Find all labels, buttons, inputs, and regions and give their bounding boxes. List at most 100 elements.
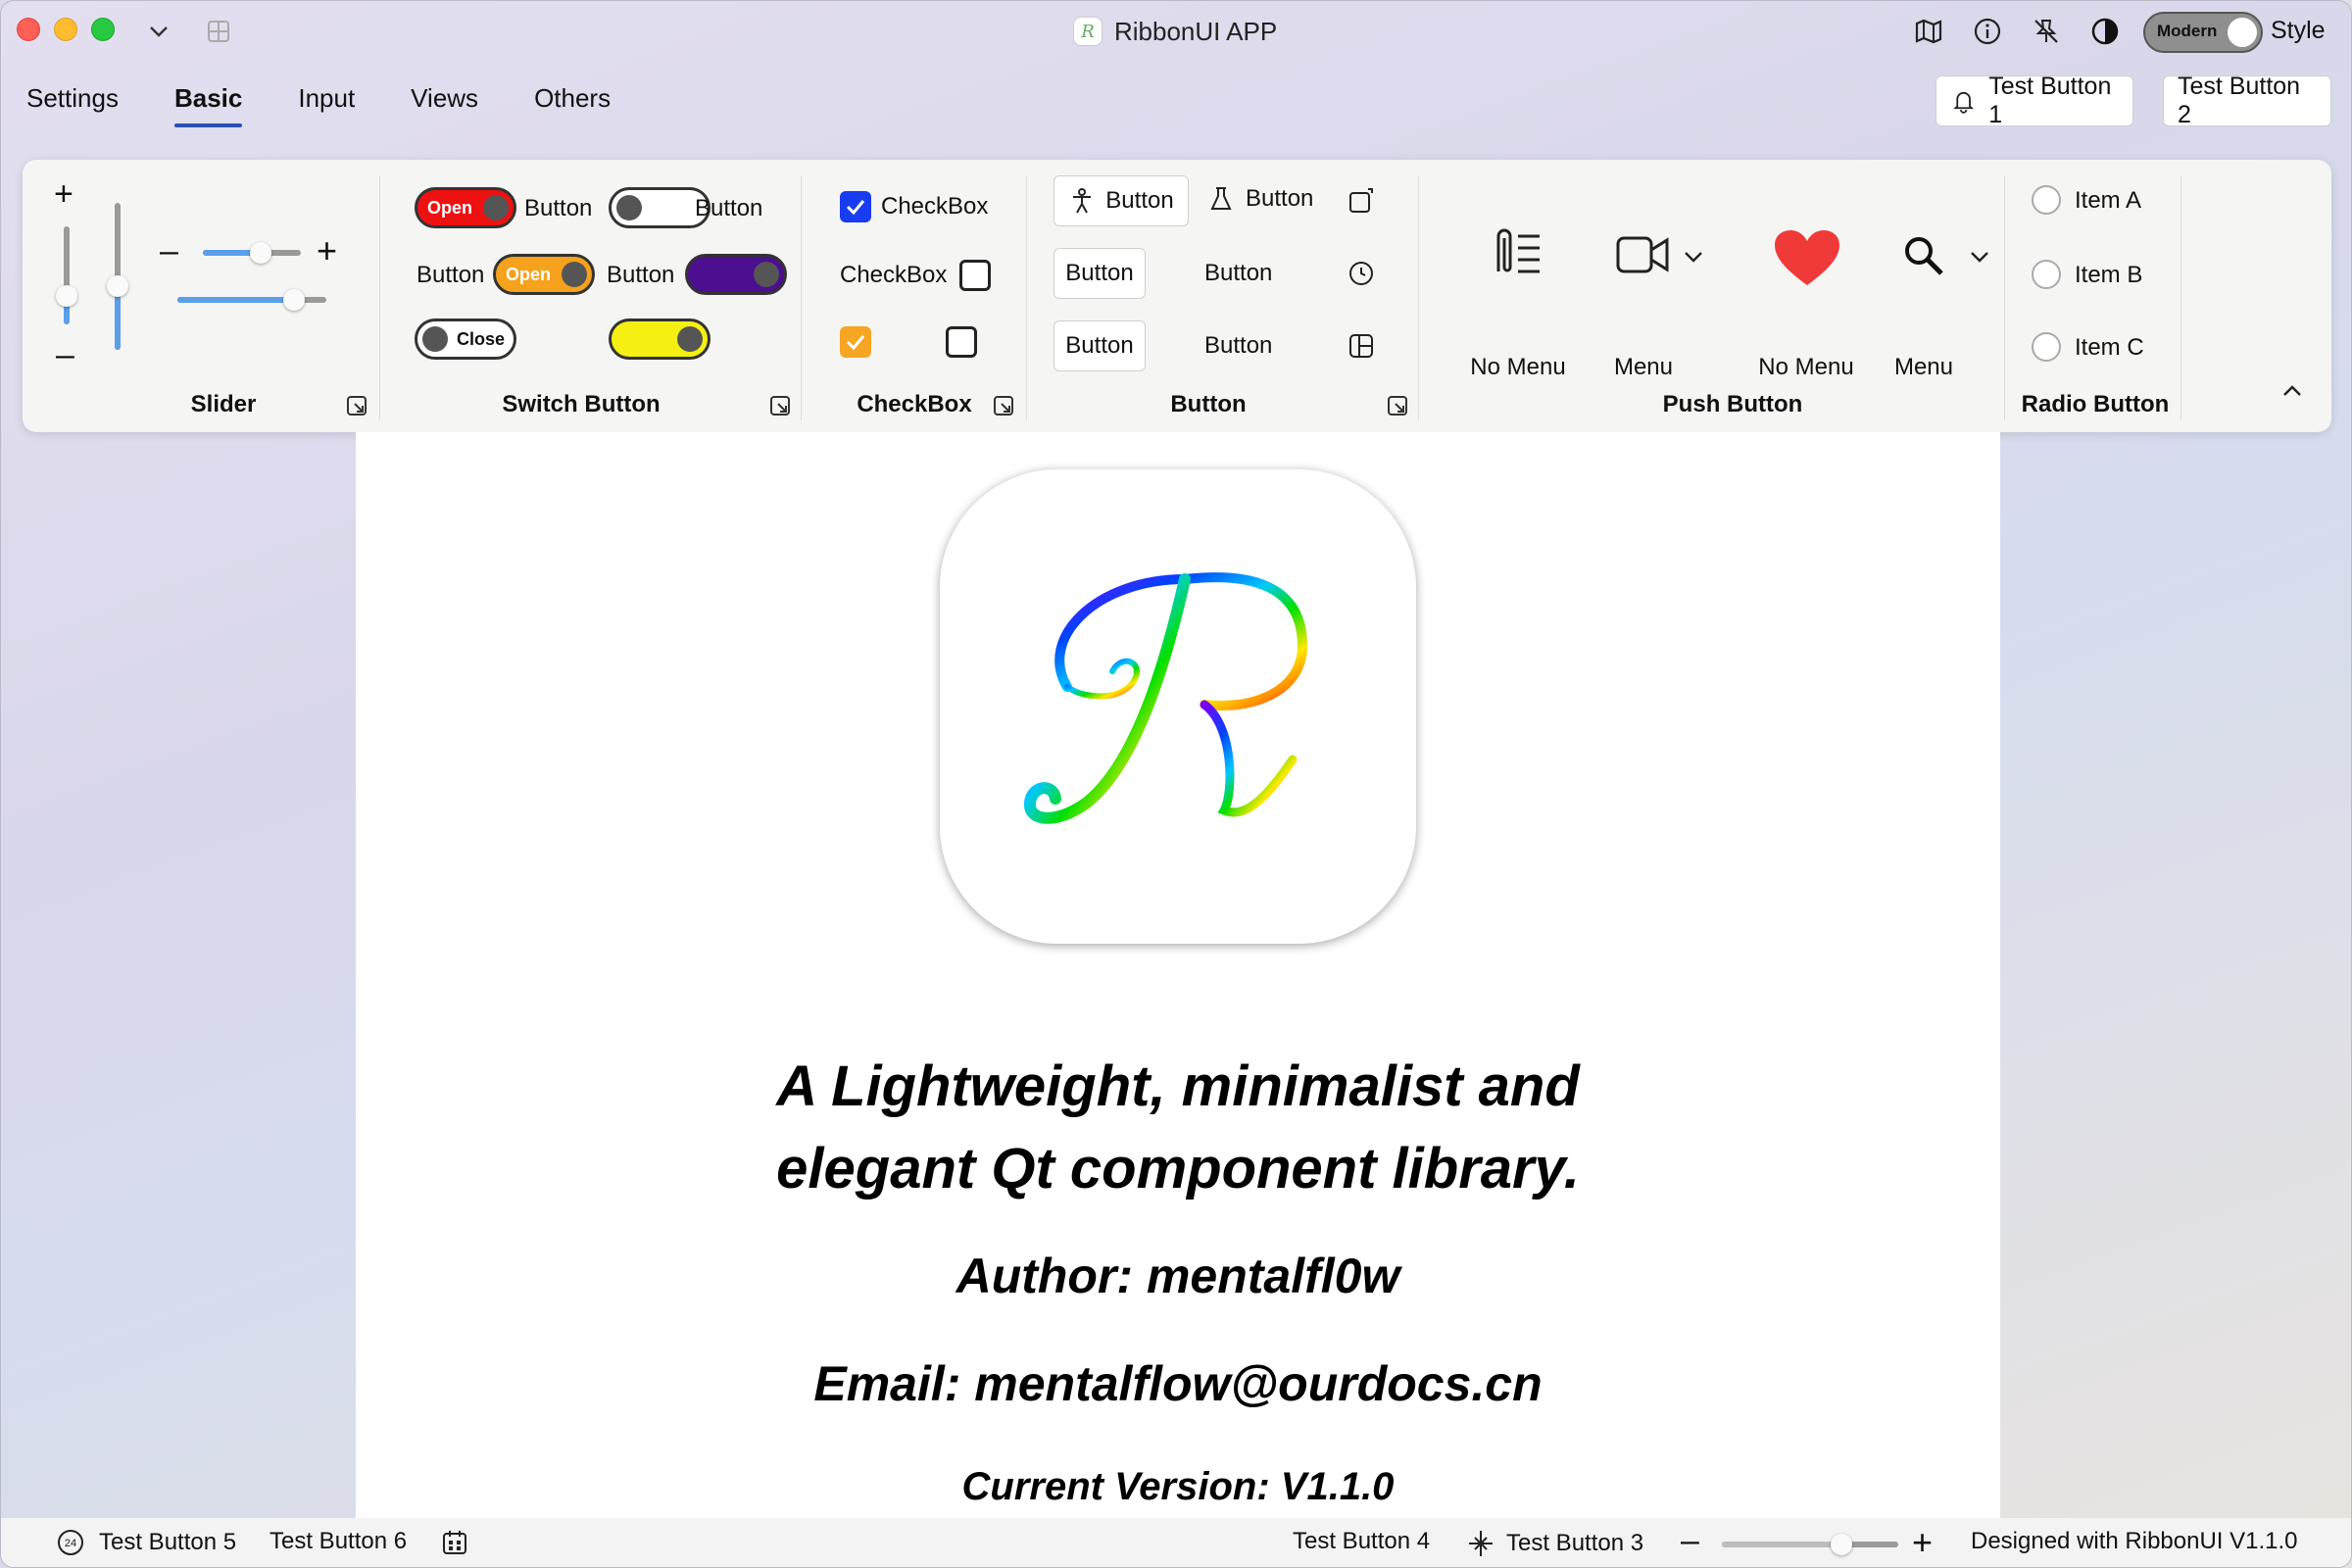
contrast-icon[interactable] — [2088, 15, 2122, 48]
checkbox-blue-checked[interactable] — [840, 191, 871, 222]
push-button-no-menu-2[interactable]: No Menu — [1747, 224, 1865, 380]
clock-icon[interactable] — [1348, 260, 1375, 287]
checkbox-unchecked-1[interactable] — [959, 260, 991, 291]
slider-minus-icon[interactable]: – — [56, 336, 74, 374]
heart-icon — [1775, 230, 1839, 285]
switch-open-red-text: Open — [427, 198, 473, 218]
switch-off-white-label: Button — [695, 195, 763, 221]
table-layout-icon[interactable] — [1348, 332, 1375, 360]
layout-icon[interactable] — [202, 15, 235, 48]
slider-dialog-launcher-icon[interactable] — [346, 395, 368, 416]
horizontal-slider-1-handle[interactable] — [250, 242, 271, 264]
checkbox-group-title: CheckBox — [857, 391, 972, 417]
calendar-grid-icon[interactable] — [440, 1528, 469, 1557]
push-group-title: Push Button — [1662, 391, 1803, 417]
switch-on-yellow[interactable] — [609, 318, 710, 360]
button-shadow-4[interactable]: Button — [1204, 260, 1272, 287]
button-6-label: Button — [1204, 332, 1273, 359]
radio-item-a[interactable] — [2032, 185, 2061, 215]
push-button-3-label: No Menu — [1758, 354, 1854, 380]
switch-on-purple[interactable] — [685, 254, 787, 295]
style-toggle-switch[interactable]: Modern — [2143, 12, 2263, 53]
style-toggle-label: Modern — [2157, 22, 2218, 40]
chevron-down-icon[interactable] — [142, 15, 175, 48]
slider-group-title: Slider — [190, 391, 257, 417]
switch-open-red[interactable]: Open — [415, 187, 516, 228]
title-bar: R RibbonUI APP Modern Style — [1, 1, 2351, 62]
test-button-1-label: Test Button 1 — [1988, 73, 2112, 128]
switch-open-red-label: Button — [524, 195, 593, 221]
tab-settings[interactable]: Settings — [26, 83, 119, 114]
window-title: R RibbonUI APP — [1073, 15, 1277, 48]
test-button-4-label: Test Button 4 — [1293, 1528, 1431, 1554]
search-icon — [1905, 237, 1943, 275]
horizontal-slider-2-handle[interactable] — [283, 289, 305, 311]
button-bordered-3[interactable]: Button — [1054, 248, 1146, 299]
push-button-menu-2[interactable]: Menu — [1885, 224, 2002, 380]
horizontal-slider-2-fill — [177, 297, 293, 303]
switch-orange-prefix-label: Button — [416, 262, 485, 288]
hslider-minus-icon[interactable]: – — [160, 232, 178, 270]
switch-dialog-launcher-icon[interactable] — [769, 395, 791, 416]
checkbox-orange-checked[interactable] — [840, 326, 871, 358]
tab-input[interactable]: Input — [298, 83, 355, 114]
switch-knob — [616, 195, 642, 220]
checkbox-blue-label: CheckBox — [881, 193, 989, 220]
maximize-window-button[interactable] — [91, 18, 115, 41]
button-dialog-launcher-icon[interactable] — [1387, 395, 1408, 416]
pin-off-icon[interactable] — [2030, 15, 2063, 48]
switch-knob — [754, 262, 779, 287]
minimize-window-button[interactable] — [54, 18, 77, 41]
map-icon[interactable] — [1912, 15, 1945, 48]
test-button-2[interactable]: Test Button 2 — [2163, 73, 2331, 128]
video-camera-icon — [1616, 236, 1669, 273]
button-bordered-5[interactable]: Button — [1054, 320, 1146, 371]
switch-open-orange[interactable]: Open — [493, 254, 595, 295]
zoom-slider-handle[interactable] — [1831, 1534, 1853, 1555]
zoom-in-button[interactable]: + — [1912, 1522, 1933, 1563]
checkbox-unchecked-2[interactable] — [946, 326, 977, 358]
version-text: Current Version: V1.1.0 — [961, 1465, 1395, 1508]
test-button-1[interactable]: Test Button 1 — [1936, 73, 2133, 128]
beaker-icon — [1210, 187, 1232, 210]
close-window-button[interactable] — [17, 18, 40, 41]
tab-basic[interactable]: Basic — [173, 83, 243, 127]
zoom-out-button[interactable]: – — [1681, 1522, 1699, 1560]
switch-open-orange-text: Open — [506, 265, 552, 284]
push-button-no-menu-1[interactable]: No Menu — [1459, 224, 1577, 380]
author-text: Author: mentalfl0w — [956, 1249, 1400, 1303]
switch-group-title: Switch Button — [502, 391, 661, 417]
button-with-icon-1[interactable]: Button — [1054, 175, 1189, 226]
radio-item-b[interactable] — [2032, 260, 2061, 289]
switch-close[interactable]: Close — [415, 318, 516, 360]
tab-others[interactable]: Others — [534, 83, 611, 114]
radio-item-b-label: Item B — [2075, 262, 2143, 288]
switch-knob — [422, 326, 448, 352]
info-icon[interactable] — [1971, 15, 2004, 48]
content-page: A Lightweight, minimalist and elegant Qt… — [356, 432, 2000, 1518]
test-button-4[interactable]: Test Button 4 — [1293, 1528, 1430, 1555]
check-icon — [846, 200, 865, 216]
button-5-label: Button — [1065, 332, 1134, 359]
check-icon — [846, 335, 865, 351]
app-logo — [940, 469, 1416, 944]
switch-purple-prefix-label: Button — [607, 262, 675, 288]
tab-views[interactable]: Views — [411, 83, 478, 114]
hslider-plus-icon[interactable]: + — [317, 230, 337, 271]
slider-plus-icon[interactable]: + — [54, 175, 74, 214]
push-button-2-label: Menu — [1613, 354, 1674, 380]
push-button-menu-1[interactable]: Menu — [1606, 224, 1714, 380]
test-button-6[interactable]: Test Button 6 — [270, 1528, 407, 1555]
vertical-slider-2-handle[interactable] — [107, 275, 128, 297]
collapse-ribbon-icon[interactable] — [2280, 381, 2304, 401]
window-new-icon[interactable] — [1348, 187, 1375, 215]
checkbox-dialog-launcher-icon[interactable] — [993, 395, 1014, 416]
test-button-3[interactable]: Test Button 3 — [1465, 1528, 1643, 1559]
radio-item-c[interactable] — [2032, 332, 2061, 362]
button-flat-2[interactable]: Button — [1208, 185, 1313, 213]
button-flat-6[interactable]: Button — [1204, 332, 1272, 360]
vertical-slider-1-handle[interactable] — [56, 285, 77, 307]
group-separator — [2180, 175, 2181, 420]
test-button-5[interactable]: 24 Test Button 5 — [56, 1528, 236, 1557]
group-separator — [801, 175, 802, 420]
